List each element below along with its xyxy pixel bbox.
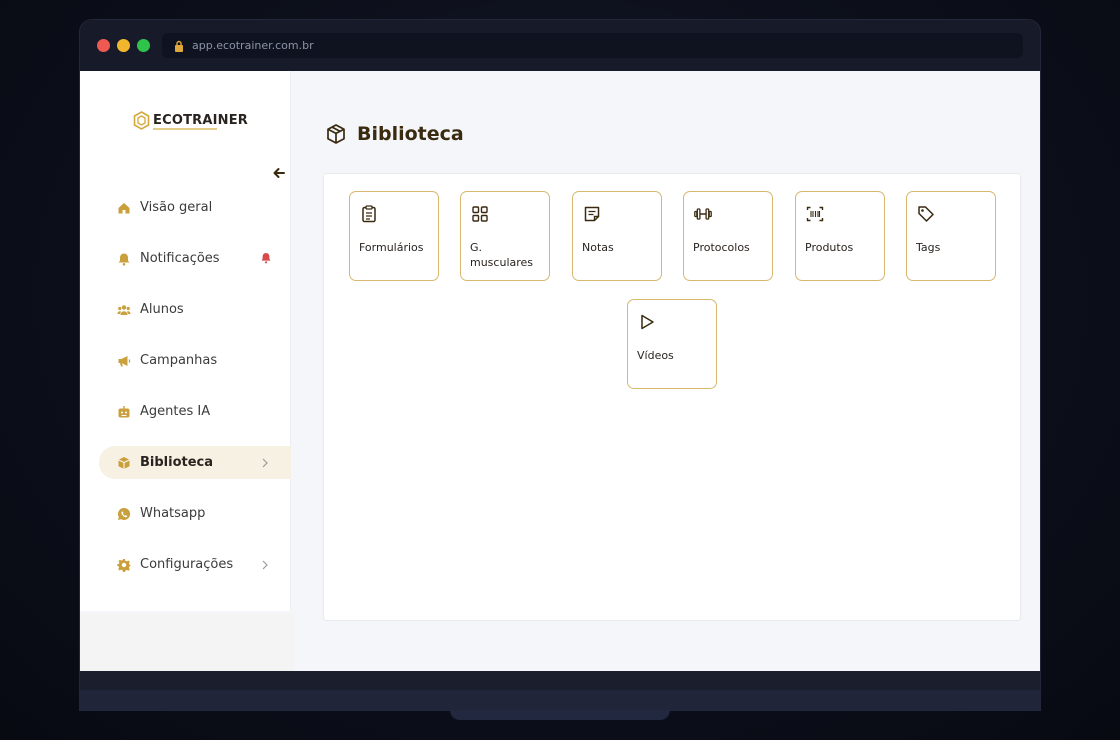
logo-hexagon-icon: [133, 111, 150, 130]
laptop-frame: app.ecotrainer.com.br ECOTRAINER Visão g…: [80, 20, 1040, 710]
sidebar-item-label: Agentes IA: [140, 404, 211, 419]
lock-icon: [175, 40, 183, 52]
sidebar-item-label: Whatsapp: [140, 506, 206, 521]
laptop-bezel-bottom: [80, 671, 1040, 690]
tag-icon: [918, 206, 934, 222]
sidebar-item-label: Configurações: [140, 557, 234, 572]
bell-icon: [117, 252, 131, 266]
sidebar-item-visao-geral[interactable]: Visão geral: [99, 191, 291, 224]
tile-label: Notas: [582, 241, 614, 254]
tile-g-musculares[interactable]: G. musculares: [460, 191, 550, 281]
tile-formularios[interactable]: Formulários: [349, 191, 439, 281]
note-icon: [584, 206, 600, 222]
home-icon: [117, 201, 131, 215]
minimize-window-button[interactable]: [117, 39, 130, 52]
users-icon: [117, 303, 131, 317]
sidebar-item-label: Visão geral: [140, 200, 213, 215]
sidebar-item-label: Notificações: [140, 251, 220, 266]
tile-tags[interactable]: Tags: [906, 191, 996, 281]
tile-produtos[interactable]: Produtos: [795, 191, 885, 281]
page-header: Biblioteca: [325, 123, 464, 145]
sidebar-item-biblioteca[interactable]: Biblioteca: [99, 446, 291, 479]
page-title: Biblioteca: [357, 123, 464, 145]
megaphone-icon: [117, 354, 131, 368]
sidebar-nav: Visão geral Notificações Alunos Campanha…: [99, 191, 291, 599]
play-icon: [641, 314, 654, 330]
tile-label: Protocolos: [693, 241, 750, 254]
tile-label: Produtos: [805, 241, 854, 254]
tile-label: Formulários: [359, 241, 424, 254]
clipboard-icon: [362, 205, 376, 223]
alert-bell-icon: [261, 253, 271, 264]
tile-videos[interactable]: Vídeos: [627, 299, 717, 389]
address-bar[interactable]: app.ecotrainer.com.br: [162, 33, 1023, 58]
sidebar: ECOTRAINER Visão geral Notificações Alun…: [80, 71, 291, 611]
tile-label: G. musculares: [470, 241, 534, 269]
tile-notas[interactable]: Notas: [572, 191, 662, 281]
sidebar-item-whatsapp[interactable]: Whatsapp: [99, 497, 291, 530]
sidebar-item-notificacoes[interactable]: Notificações: [99, 242, 291, 275]
sidebar-item-agentes-ia[interactable]: Agentes IA: [99, 395, 291, 428]
app-logo[interactable]: ECOTRAINER: [133, 111, 248, 130]
sidebar-item-campanhas[interactable]: Campanhas: [99, 344, 291, 377]
box-icon: [117, 456, 131, 470]
logo-tagline-mark: [153, 128, 217, 130]
collapse-sidebar-arrow-icon[interactable]: [272, 166, 286, 180]
chevron-right-icon: [262, 458, 268, 468]
laptop-base: [80, 690, 1040, 710]
barcode-icon: [806, 206, 824, 222]
maximize-window-button[interactable]: [137, 39, 150, 52]
chevron-right-icon: [262, 560, 268, 570]
gear-icon: [117, 558, 131, 572]
library-panel: Formulários G. musculares Notas Protocol…: [323, 173, 1021, 621]
main-content: Biblioteca Formulários G. musculares Not…: [292, 71, 1040, 671]
whatsapp-icon: [117, 507, 131, 521]
sidebar-item-label: Biblioteca: [140, 455, 214, 470]
robot-icon: [117, 405, 131, 419]
grid-icon: [472, 206, 488, 222]
logo-text: ECOTRAINER: [153, 113, 249, 128]
browser-titlebar: app.ecotrainer.com.br: [80, 20, 1040, 71]
tile-protocolos[interactable]: Protocolos: [683, 191, 773, 281]
url-text: app.ecotrainer.com.br: [192, 39, 314, 52]
sidebar-item-label: Alunos: [140, 302, 184, 317]
tile-label: Vídeos: [637, 349, 674, 362]
sidebar-item-alunos[interactable]: Alunos: [99, 293, 291, 326]
laptop-hinge: [450, 710, 670, 720]
box-icon: [327, 124, 345, 144]
close-window-button[interactable]: [97, 39, 110, 52]
tile-label: Tags: [916, 241, 941, 254]
sidebar-item-configuracoes[interactable]: Configurações: [99, 548, 291, 581]
sidebar-item-label: Campanhas: [140, 353, 218, 368]
app-screen: ECOTRAINER Visão geral Notificações Alun…: [80, 71, 1040, 691]
dumbbell-icon: [694, 208, 712, 220]
